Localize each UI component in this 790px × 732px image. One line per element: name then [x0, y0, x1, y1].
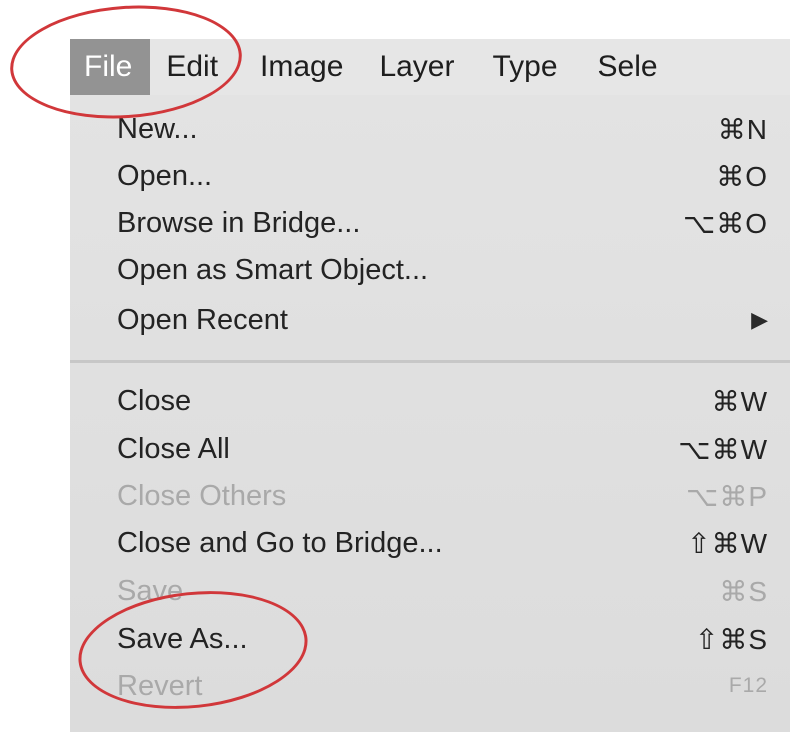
- menu-separator: [70, 360, 790, 363]
- menu-item-open-recent[interactable]: Open Recent ▶: [117, 297, 768, 343]
- menu-item-label: Open Recent: [117, 303, 288, 336]
- shortcut-label: F12: [728, 674, 768, 697]
- menu-item-save: Save ⌘S: [117, 568, 768, 614]
- submenu-arrow-icon: ▶: [751, 307, 768, 332]
- menu-type[interactable]: Type: [480, 39, 569, 95]
- menu-item-label: Revert: [117, 669, 203, 702]
- menu-item-label: Save: [117, 574, 184, 607]
- menu-item-close-others: Close Others ⌥⌘P: [117, 473, 768, 519]
- shortcut-label: ⌘O: [716, 160, 768, 192]
- menu-select[interactable]: Sele: [586, 39, 670, 95]
- menu-item-close-all[interactable]: Close All ⌥⌘W: [117, 426, 768, 472]
- shortcut-label: ⌥⌘W: [678, 433, 768, 465]
- menu-item-label: Browse in Bridge...: [117, 206, 361, 239]
- menu-item-label: Open as Smart Object...: [117, 253, 429, 286]
- menu-item-label: New...: [117, 112, 198, 145]
- menu-item-save-as[interactable]: Save As... ⇧⌘S: [117, 616, 768, 662]
- shortcut-label: ⇧⌘W: [687, 527, 768, 559]
- menu-item-open[interactable]: Open... ⌘O: [117, 153, 768, 199]
- shortcut-label: ⇧⌘S: [694, 623, 768, 655]
- shortcut-label: ⌥⌘P: [686, 480, 768, 512]
- shortcut-label: ⌥⌘O: [682, 207, 768, 239]
- menu-bar: File Edit Image Layer Type Sele: [70, 39, 790, 95]
- menu-edit[interactable]: Edit: [154, 39, 230, 95]
- shortcut-label: ⌘N: [717, 113, 768, 145]
- menu-item-label: Close Others: [117, 479, 287, 512]
- shortcut-label: ⌘S: [719, 575, 768, 607]
- menu-layer[interactable]: Layer: [367, 39, 466, 95]
- menu-item-browse-in-bridge[interactable]: Browse in Bridge... ⌥⌘O: [117, 200, 768, 246]
- menu-item-label: Close All: [117, 432, 230, 465]
- screenshot-stage: File Edit Image Layer Type Sele New... ⌘…: [0, 0, 790, 732]
- file-menu-dropdown: New... ⌘N Open... ⌘O Browse in Bridge...…: [70, 95, 790, 732]
- menu-item-label: Save As...: [117, 622, 248, 655]
- menu-image[interactable]: Image: [248, 39, 355, 95]
- menu-item-close[interactable]: Close ⌘W: [117, 378, 768, 424]
- menu-item-open-as-smart-object[interactable]: Open as Smart Object...: [117, 247, 768, 293]
- menu-item-revert: Revert F12: [117, 663, 768, 709]
- menu-item-label: Open...: [117, 159, 213, 192]
- menu-file[interactable]: File: [70, 39, 151, 95]
- menu-item-new[interactable]: New... ⌘N: [117, 106, 768, 152]
- menu-item-label: Close: [117, 384, 192, 417]
- menu-item-close-and-go-to-bridge[interactable]: Close and Go to Bridge... ⇧⌘W: [117, 520, 768, 566]
- shortcut-label: ⌘W: [711, 385, 768, 417]
- menu-item-label: Close and Go to Bridge...: [117, 526, 443, 559]
